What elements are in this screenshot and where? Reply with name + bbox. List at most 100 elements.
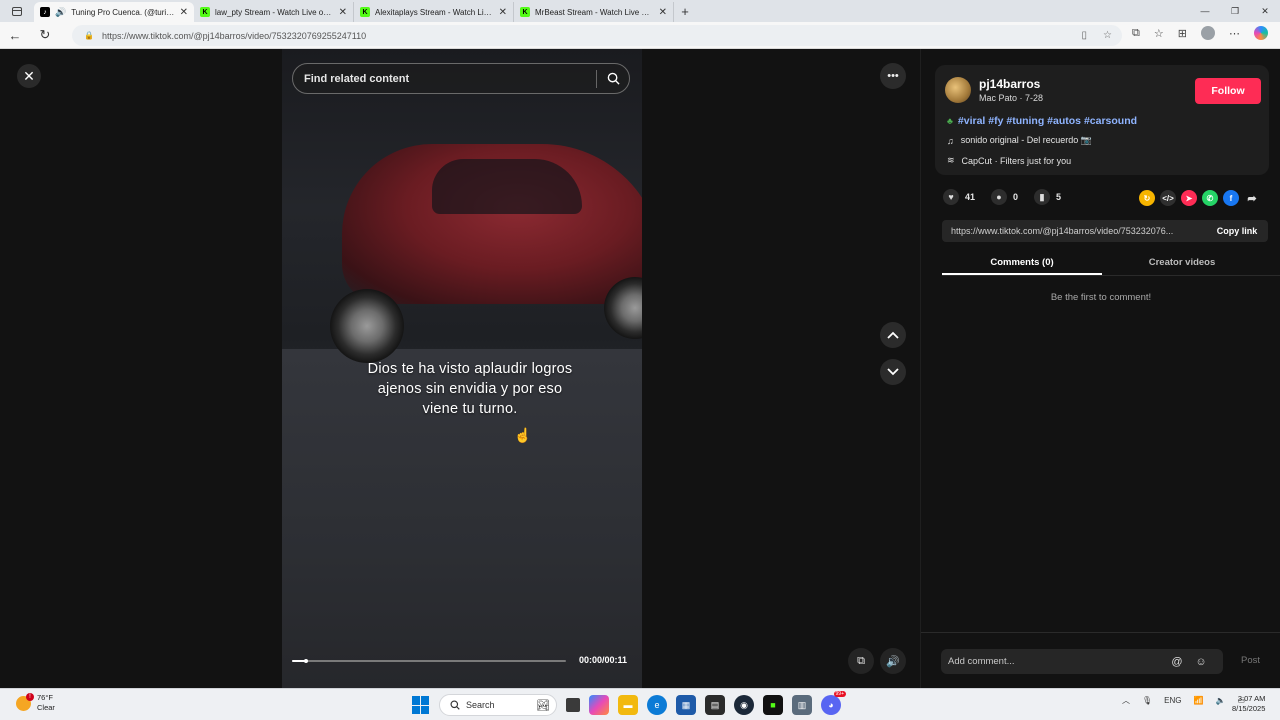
extensions-icon[interactable]: ⧉ [1132,27,1140,40]
panel-tabs: Comments (0) Creator videos [942,250,1280,276]
browser-tab-alexitaplays[interactable]: K Alexitaplays Stream - Watch Live... ✕ [354,2,514,22]
browser-tab-tiktok[interactable]: ♪ 🔊 Tuning Pro Cuenca. (@turin... ✕ [34,2,194,22]
heart-icon: ♥ [943,189,959,205]
effect-info[interactable]: ≋ CapCut · Filters just for you [947,155,1071,166]
video-player[interactable]: Dios te ha visto aplaudir logros ajenos … [282,49,642,688]
url-text: https://www.tiktok.com/@pj14barros/video… [101,30,367,41]
minimize-button[interactable]: — [1190,6,1220,17]
volume-button[interactable]: 🔊 [880,648,906,674]
tab-actions-icon [12,6,22,16]
send-to-friends-icon[interactable]: ➤ [1181,190,1197,206]
discord-badge: 99+ [833,691,846,697]
hashtag-links[interactable]: #viral #fy #tuning #autos #carsound [958,115,1137,127]
reader-view-icon[interactable]: ▯ [1082,30,1088,41]
video-frame-car-window [432,159,582,214]
task-view-icon[interactable] [566,698,580,712]
mention-icon[interactable]: @ [1168,656,1186,668]
progress-thumb[interactable] [303,659,308,663]
repost-icon[interactable]: ↻ [1139,190,1155,206]
favorites-icon[interactable]: ☆ [1154,27,1164,40]
windows-taskbar: ! 76°F Clear Search 🏞 ▬ e ▦ ▤ ◉ ■ ▥ ◕ 99… [0,688,1280,720]
music-info[interactable]: ♫ sonido original - Del recuerdo 📷 [947,135,1092,146]
comment-bubble-icon: ● [991,189,1008,205]
tab-close-icon[interactable]: ✕ [659,7,667,18]
copilot-app-icon[interactable] [589,695,609,715]
browser-tab-law-pty[interactable]: K law_pty Stream - Watch Live on K... ✕ [194,2,354,22]
window-controls: — ❐ ✕ [1190,6,1280,17]
comment-stat[interactable]: ● 0 [991,189,1018,205]
microsoft-store-icon[interactable]: ▦ [676,695,696,715]
calculator-icon[interactable]: ▥ [792,695,812,715]
weather-widget[interactable]: ! 76°F Clear [16,692,55,713]
comment-input[interactable] [948,656,1168,667]
profile-avatar-icon[interactable] [1200,26,1215,40]
edge-browser-icon[interactable]: e [647,695,667,715]
tab-title: law_pty Stream - Watch Live on K... [215,7,334,17]
tab-comments[interactable]: Comments (0) [942,250,1102,275]
follow-button[interactable]: Follow [1195,78,1261,104]
taskbar-search[interactable]: Search 🏞 [439,694,557,716]
related-search-input[interactable] [304,72,594,85]
taskbar-clock[interactable]: 3:07 AM 8/15/2025 [1232,694,1265,714]
collections-icon[interactable]: ⊞ [1178,27,1187,40]
like-stat[interactable]: ♥ 41 [943,189,975,205]
chevron-down-icon [887,368,899,376]
tab-close-icon[interactable]: ✕ [499,7,507,18]
tray-overflow-icon[interactable]: ︿ [1122,695,1130,706]
previous-video-button[interactable] [880,322,906,348]
caption-line: Dios te ha visto aplaudir logros [367,361,573,377]
speaker-icon[interactable]: 🔊 [55,7,66,18]
back-button[interactable]: ← [0,28,30,43]
chevron-up-icon [887,331,899,339]
more-options-button[interactable]: ••• [880,63,906,89]
tab-close-icon[interactable]: ✕ [180,7,188,18]
microphone-icon[interactable]: 🎙 [1142,696,1152,705]
whatsapp-icon[interactable]: ✆ [1202,190,1218,206]
copilot-icon[interactable] [1253,26,1268,40]
save-stat[interactable]: ▮ 5 [1034,189,1061,205]
post-comment-button[interactable]: Post [1241,655,1260,666]
related-search-bar [292,63,630,94]
search-icon[interactable] [597,72,629,85]
browser-tab-mrbeast[interactable]: K MrBeast Stream - Watch Live on K... ✕ [514,2,674,22]
file-explorer-icon[interactable]: ▬ [618,695,638,715]
steam-icon[interactable]: ◉ [734,695,754,715]
close-video-button[interactable]: ✕ [17,64,41,88]
volume-tray-icon[interactable]: 🔈 [1215,696,1225,705]
facebook-icon[interactable]: f [1223,190,1239,206]
window-close-button[interactable]: ✕ [1250,6,1280,17]
embed-icon[interactable]: </> [1160,190,1176,206]
author-username[interactable]: pj14barros [979,77,1040,91]
video-progress-bar[interactable] [292,659,566,663]
comment-input-box: @ ☺ [941,649,1223,674]
tab-close-icon[interactable]: ✕ [339,7,347,18]
like-count: 41 [965,192,976,202]
author-avatar[interactable] [945,77,971,103]
new-tab-button[interactable]: + [674,4,696,19]
emoji-icon[interactable]: ☺ [1192,656,1210,668]
tab-title: Tuning Pro Cuenca. (@turin... [71,7,175,17]
more-menu-icon[interactable]: ⋯ [1229,27,1240,40]
video-frame-wheel [330,289,404,363]
reload-button[interactable]: ↻ [30,27,60,43]
windows-start-icon[interactable] [412,696,430,714]
video-link-url[interactable]: https://www.tiktok.com/@pj14barros/video… [942,226,1206,236]
tab-creator-videos[interactable]: Creator videos [1102,250,1262,275]
terminal-app-icon[interactable]: ▤ [705,695,725,715]
share-arrow-icon[interactable]: ➦ [1244,190,1260,206]
favorite-star-icon[interactable]: ☆ [1103,30,1112,41]
comment-compose-bar: @ ☺ Post [921,632,1280,688]
floating-player-button[interactable]: ⧉ [848,648,874,674]
green-app-icon[interactable]: ■ [763,695,783,715]
no-comments-message: Be the first to comment! [1050,292,1152,303]
url-field[interactable]: 🔒 https://www.tiktok.com/@pj14barros/vid… [72,25,1122,46]
next-video-button[interactable] [880,359,906,385]
maximize-button[interactable]: ❐ [1220,6,1250,17]
discord-icon[interactable]: ◕ 99+ [821,691,846,715]
tab-actions-button[interactable] [0,0,34,22]
copy-link-button[interactable]: Copy link [1206,226,1268,236]
language-indicator[interactable]: ENG [1164,696,1181,705]
wifi-icon[interactable]: 📶 [1194,696,1204,705]
weather-alert-badge: ! [26,692,34,701]
search-icon [450,700,460,710]
